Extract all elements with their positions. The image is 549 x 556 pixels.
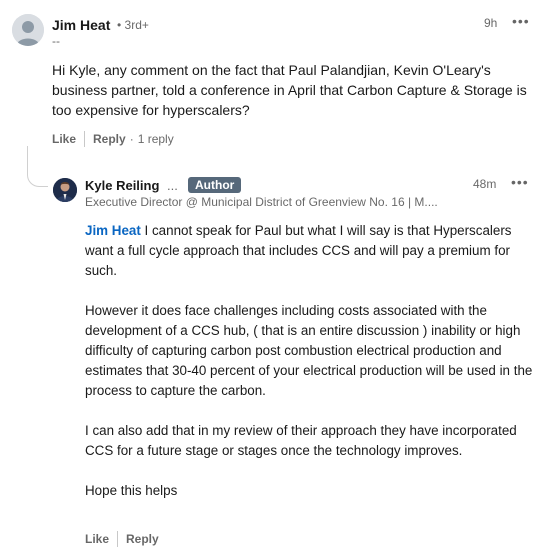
reply-timestamp: 48m — [473, 177, 497, 191]
reply-paragraph: Jim Heat I cannot speak for Paul but wha… — [85, 221, 537, 281]
avatar[interactable] — [12, 14, 44, 46]
reply-avatar[interactable] — [53, 178, 77, 202]
reply-actions: Like Reply — [85, 531, 159, 547]
thread-connector — [27, 168, 48, 187]
profile-photo-icon — [53, 178, 77, 202]
comment-text: Hi Kyle, any comment on the fact that Pa… — [52, 62, 527, 118]
divider — [84, 131, 86, 147]
default-avatar-icon — [12, 14, 44, 46]
reply-text: Jim Heat I cannot speak for Paul but wha… — [85, 221, 537, 521]
author-headline: -- — [52, 34, 60, 48]
author-name[interactable]: Jim Heat — [52, 17, 110, 33]
like-button[interactable]: Like — [52, 132, 76, 146]
reply-paragraph-text: I cannot speak for Paul but what I will … — [85, 223, 512, 278]
reply-button[interactable]: Reply — [126, 532, 159, 546]
mention-link[interactable]: Jim Heat — [85, 223, 141, 238]
reply-paragraph: However it does face challenges includin… — [85, 303, 533, 398]
reply-author-name[interactable]: Kyle Reiling — [85, 178, 159, 193]
comment-actions: Like Reply · 1 reply — [52, 131, 174, 147]
reply-author-headline: Executive Director @ Municipal District … — [85, 195, 438, 209]
reply-paragraph: Hope this helps — [85, 483, 178, 498]
name-truncation: ... — [167, 178, 178, 193]
more-options-icon[interactable]: ••• — [512, 13, 530, 29]
separator-dot: · — [129, 132, 134, 146]
divider — [117, 531, 119, 547]
timestamp: 9h — [484, 16, 498, 30]
reply-paragraph: I can also add that in my review of thei… — [85, 423, 517, 458]
reply-button[interactable]: Reply — [93, 132, 126, 146]
more-options-icon[interactable]: ••• — [511, 174, 529, 190]
like-button[interactable]: Like — [85, 532, 109, 546]
author-badge: Author — [188, 177, 242, 193]
reply-count[interactable]: 1 reply — [138, 132, 174, 146]
connection-degree: • 3rd+ — [117, 18, 149, 32]
